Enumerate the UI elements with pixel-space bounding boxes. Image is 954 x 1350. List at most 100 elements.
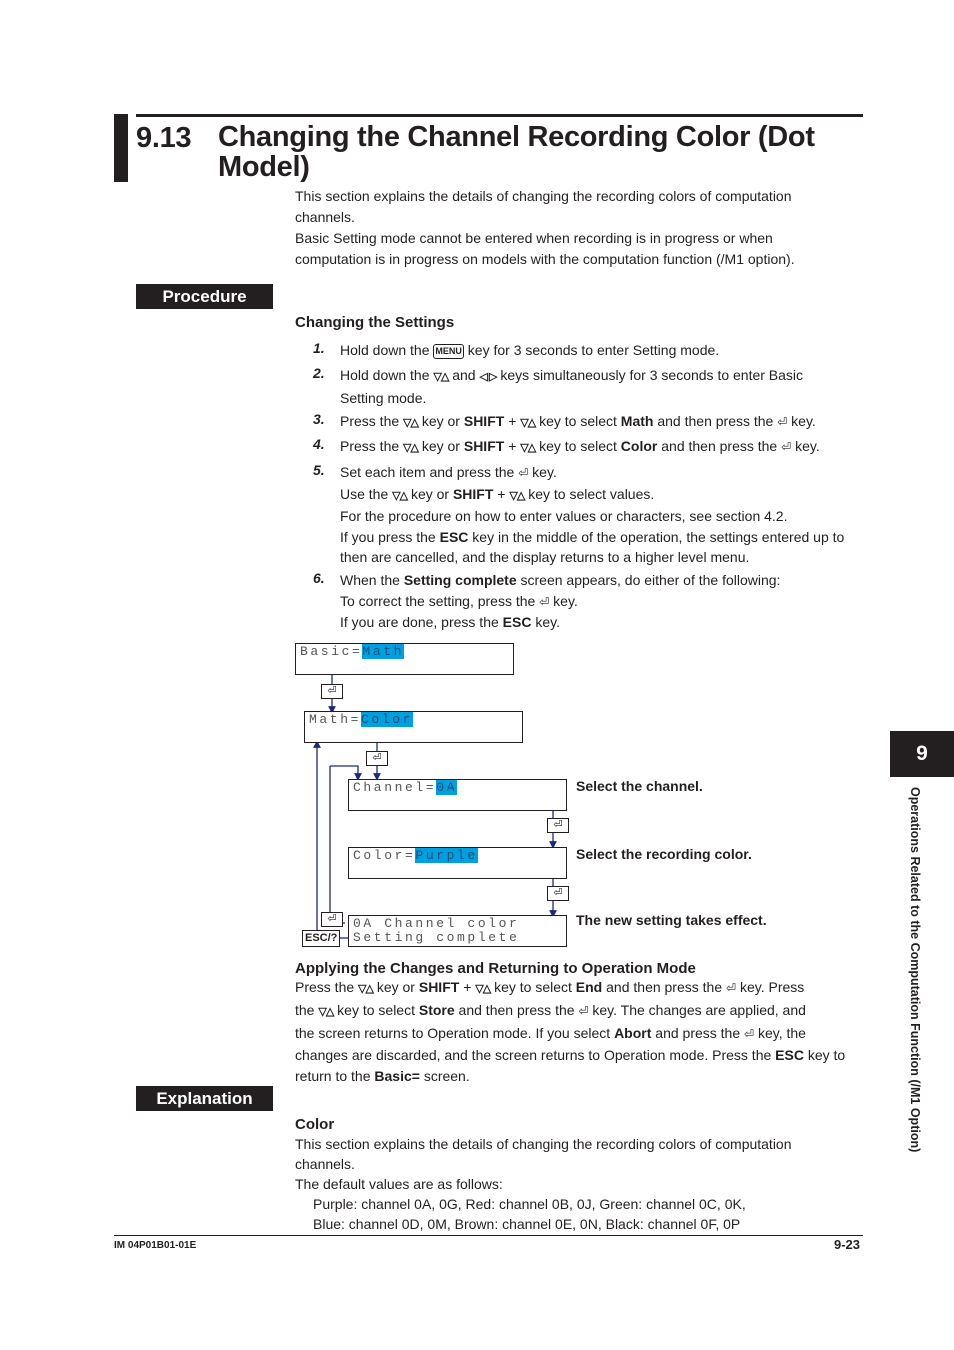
up-down-arrow-keys-icon: ▽△ [475, 983, 491, 995]
up-down-arrow-keys-icon: ▽△ [403, 417, 419, 429]
procedure-heading: Changing the Settings [295, 314, 455, 331]
label-select-channel: Select the channel. [576, 778, 703, 794]
text-run: key or [417, 413, 464, 429]
text-run: key to select values. [524, 485, 655, 502]
lcd-math-prefix: Math= [309, 712, 362, 727]
enter-key-icon: ⏎ [744, 1027, 755, 1041]
text-run: key to select [333, 1002, 419, 1018]
chapter-title: Operations Related to the Computation Fu… [908, 787, 922, 1153]
text-run: then are cancelled, and the display retu… [340, 549, 750, 565]
text-run: key to select [535, 413, 621, 429]
bold-term: ESC [439, 528, 469, 545]
up-down-arrow-keys-icon: ▽△ [520, 442, 536, 454]
left-right-arrow-keys-icon: ◁ ▷ [479, 371, 497, 383]
step-text: Press the ▽△ key or SHIFT + ▽△ key to se… [340, 411, 865, 434]
enter-key-icon: ⏎ [547, 886, 569, 901]
step-number: 1. [313, 340, 325, 356]
step-text: Hold down the ▽△ and ◁ ▷ keys simultaneo… [340, 365, 845, 408]
text-run: Use the [340, 485, 393, 502]
text-run: Press the [340, 413, 404, 429]
bold-term: SHIFT [463, 438, 505, 454]
applying-line: changes are discarded, and the screen re… [295, 1045, 865, 1066]
text-run: For the procedure on how to enter values… [340, 508, 788, 524]
step-number: 5. [313, 462, 325, 478]
enter-key-icon: ⏎ [321, 912, 343, 927]
text-run: Press the [295, 979, 359, 995]
color-heading: Color [295, 1116, 335, 1133]
bold-term: Abort [614, 1025, 652, 1041]
applying-line: Press the ▽△ key or SHIFT + ▽△ key to se… [295, 977, 865, 1000]
text-run: the [295, 1002, 319, 1018]
lcd-channel-prefix: Channel= [353, 780, 437, 795]
bold-term: Store [418, 1002, 455, 1018]
text-run: + [493, 485, 510, 502]
step-number: 6. [313, 570, 325, 586]
lcd-color-value: Purple [415, 848, 478, 863]
up-down-arrow-keys-icon: ▽△ [509, 489, 525, 502]
title-rule [136, 114, 863, 117]
text-run: and press the [651, 1025, 745, 1041]
text-run: return to the [295, 1068, 375, 1084]
step-line: To correct the setting, press the ⏎ key. [340, 591, 865, 613]
text-run: key or [417, 438, 464, 454]
step-text: Hold down the MENU key for 3 seconds to … [340, 340, 865, 361]
step-line: Use the ▽△ key or SHIFT + ▽△ key to sele… [340, 484, 865, 507]
step-line: When the Setting complete screen appears… [340, 570, 865, 591]
step-line: If you are done, press the ESC key. [340, 612, 865, 633]
up-down-arrow-keys-icon: ▽△ [318, 1006, 334, 1018]
text-run: key or [372, 979, 419, 995]
chapter-tab: 9 [890, 731, 954, 777]
step-line: Set each item and press the ⏎ key. [340, 462, 865, 484]
doc-id: IM 04P01B01-01E [114, 1240, 197, 1251]
lcd-math-value: Color [361, 712, 414, 727]
up-down-arrow-keys-icon: ▽△ [392, 489, 408, 502]
up-down-arrow-keys-icon: ▽△ [403, 442, 419, 454]
text-run: key. Press [736, 979, 805, 995]
step-line: For the procedure on how to enter values… [340, 506, 865, 527]
bold-term: End [575, 979, 603, 995]
enter-key-icon: ⏎ [539, 594, 550, 609]
text-run: Press the [340, 438, 404, 454]
text-run: + [459, 979, 476, 995]
text-run: the screen returns to Operation mode. If… [295, 1025, 615, 1041]
lcd-screen-color: Color=Purple [348, 847, 567, 879]
lcd-screen-complete: 0A Channel color Setting complete [348, 915, 567, 947]
page-number: 9-23 [834, 1237, 861, 1252]
step-number: 4. [313, 436, 325, 452]
enter-key-icon: ⏎ [366, 751, 388, 766]
lcd-basic-prefix: Basic= [300, 644, 363, 659]
bold-term: SHIFT [463, 413, 505, 429]
text-run: and then press the [653, 413, 778, 429]
label-select-color: Select the recording color. [576, 846, 752, 862]
enter-key-icon: ⏎ [726, 981, 737, 995]
text-run: key for 3 seconds to enter Setting mode. [463, 342, 720, 358]
arrow-return-channel [330, 765, 362, 781]
lcd-screen-basic: Basic=Math [295, 643, 514, 675]
applying-heading: Applying the Changes and Returning to Op… [295, 960, 696, 977]
explanation-line: This section explains the details of cha… [295, 1136, 792, 1152]
text-run: key. [549, 592, 578, 609]
intro-paragraph-1: This section explains the details of cha… [295, 188, 792, 225]
applying-paragraph: Press the ▽△ key or SHIFT + ▽△ key to se… [295, 977, 865, 1087]
up-down-arrow-keys-icon: ▽△ [358, 983, 374, 995]
explanation-line: channels. [295, 1156, 355, 1172]
page-title: Changing the Channel Recording Color (Do… [218, 121, 815, 183]
bold-term: SHIFT [418, 979, 460, 995]
section-number: 9.13 [136, 122, 192, 154]
enter-key-icon: ⏎ [547, 818, 569, 833]
enter-key-icon: ⏎ [781, 440, 792, 454]
step-line: then are cancelled, and the display retu… [340, 547, 865, 568]
text-run: Hold down the [340, 342, 434, 358]
text-run: + [504, 413, 521, 429]
text-run: screen appears, do either of the followi… [516, 572, 781, 588]
bold-term: Basic= [374, 1068, 420, 1084]
text-run: key. [787, 413, 816, 429]
text-run: If you press the [340, 528, 440, 545]
text-run: When the [340, 572, 404, 588]
default-colors-line: Blue: channel 0D, 0M, Brown: channel 0E,… [313, 1216, 741, 1232]
step-line: If you press the ESC key in the middle o… [340, 527, 865, 548]
text-run: key. [528, 464, 557, 480]
text-run: changes are discarded, and the screen re… [295, 1047, 776, 1063]
lcd-color-prefix: Color= [353, 848, 416, 863]
step-number: 2. [313, 365, 325, 381]
